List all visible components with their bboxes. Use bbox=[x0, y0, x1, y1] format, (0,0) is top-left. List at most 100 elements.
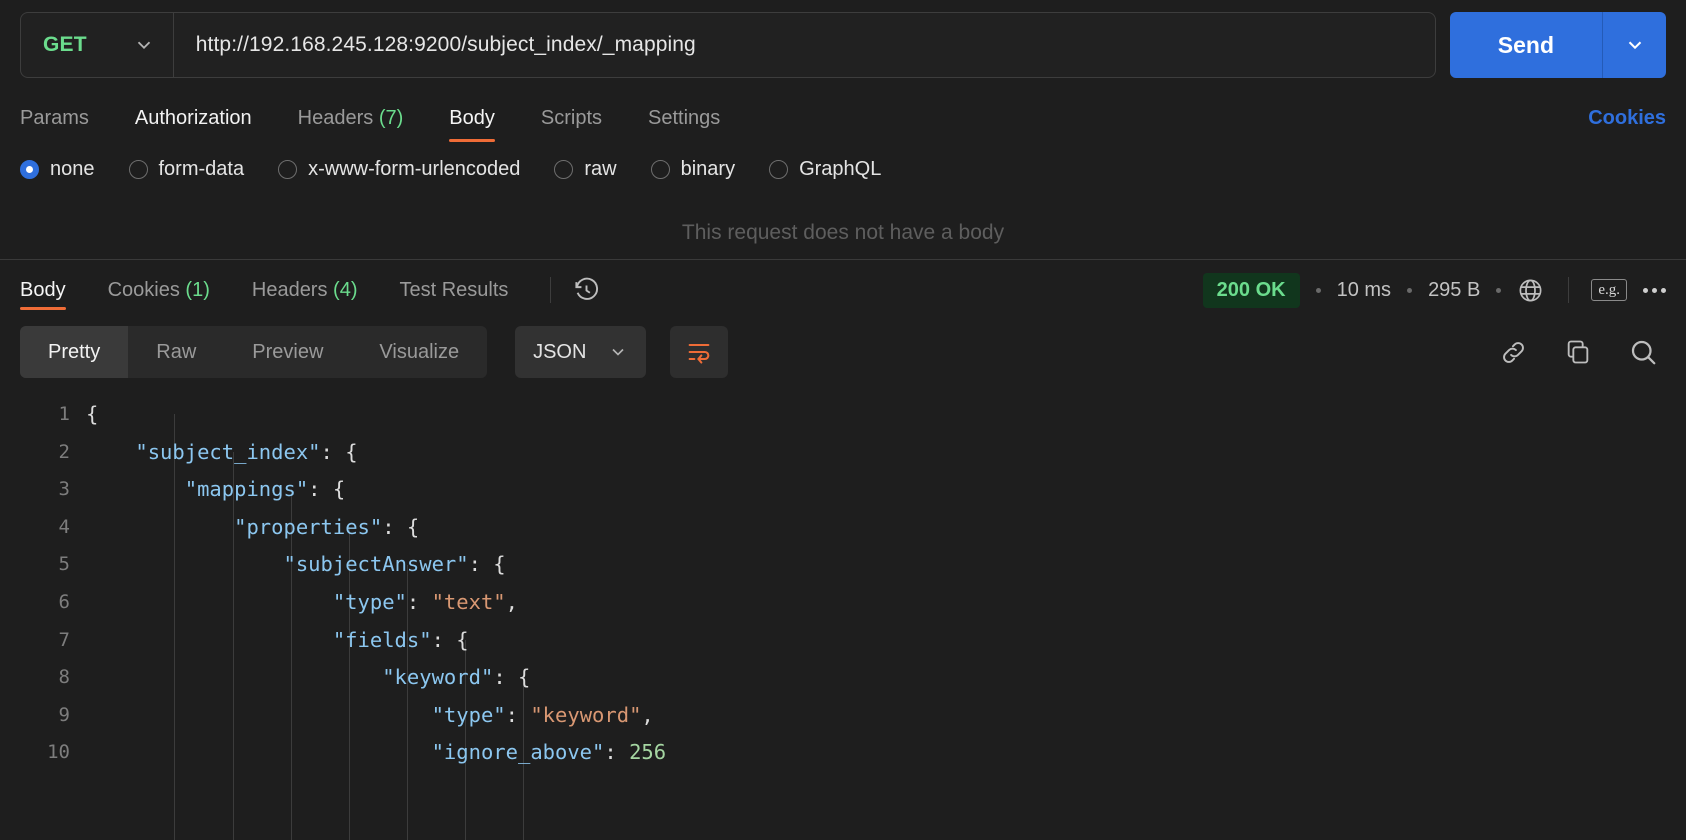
response-size: 295 B bbox=[1428, 278, 1481, 301]
radio-icon-form-data[interactable] bbox=[128, 160, 148, 179]
url-bar: GET http://192.168.245.128:9200/subject_… bbox=[0, 0, 1686, 88]
body-type-raw-label: raw bbox=[584, 158, 617, 180]
response-tab-body-label: Body bbox=[20, 278, 66, 301]
empty-body-message: This request does not have a body bbox=[681, 221, 1005, 244]
code-line-text: "subject_index": { bbox=[86, 434, 358, 472]
code-token: : { bbox=[493, 665, 531, 690]
response-meta: 200 OK 10 ms 295 B e.g. bbox=[1202, 272, 1666, 308]
tab-params-label: Params bbox=[20, 107, 89, 129]
body-type-form-data[interactable]: form-data bbox=[128, 158, 245, 181]
line-number: 6 bbox=[58, 590, 70, 613]
response-tab-headers[interactable]: Headers (4) bbox=[252, 260, 358, 320]
send-button[interactable]: Send bbox=[1449, 12, 1602, 78]
code-token: "keyword" bbox=[382, 665, 494, 690]
body-type-urlencoded-label: x-www-form-urlencoded bbox=[308, 158, 521, 180]
code-token: : { bbox=[382, 514, 420, 539]
code-lines-container: 1{2 "subject_index": {3 "mappings": {4 "… bbox=[0, 396, 1686, 772]
code-line: 8 "keyword": { bbox=[0, 659, 1686, 697]
send-options-chevron-icon[interactable] bbox=[1602, 12, 1666, 78]
tab-body-label: Body bbox=[449, 107, 495, 129]
code-token: , bbox=[505, 589, 518, 614]
meta-separator-dot bbox=[1407, 287, 1413, 293]
code-token: "fields" bbox=[332, 627, 432, 652]
line-number: 3 bbox=[58, 478, 70, 501]
tab-headers[interactable]: Headers (7) bbox=[298, 107, 404, 142]
code-token: { bbox=[86, 402, 99, 426]
code-line: 6 "type": "text", bbox=[0, 584, 1686, 622]
code-line-text: { bbox=[86, 396, 98, 434]
tab-headers-count: (7) bbox=[378, 107, 404, 129]
code-line: 10 "ignore_above": 256 bbox=[0, 734, 1686, 772]
code-line: 1{ bbox=[0, 396, 1686, 434]
body-type-urlencoded[interactable]: x-www-form-urlencoded bbox=[278, 158, 520, 181]
line-number: 5 bbox=[58, 553, 70, 576]
response-tab-cookies[interactable]: Cookies (1) bbox=[108, 260, 210, 320]
copy-icon[interactable] bbox=[1564, 338, 1592, 366]
language-selector[interactable]: JSON bbox=[515, 326, 647, 378]
radio-icon-raw[interactable] bbox=[554, 160, 574, 179]
code-token: "subject_index" bbox=[135, 439, 321, 464]
request-tabs: Params Authorization Headers (7) Body Sc… bbox=[0, 88, 1686, 142]
view-mode-preview[interactable]: Preview bbox=[224, 326, 351, 378]
response-time: 10 ms bbox=[1336, 278, 1392, 301]
code-token: "text" bbox=[431, 589, 506, 614]
body-type-form-data-label: form-data bbox=[158, 158, 245, 180]
body-type-graphql[interactable]: GraphQL bbox=[769, 158, 881, 181]
code-token: "properties" bbox=[234, 514, 383, 539]
body-type-none[interactable]: none bbox=[20, 158, 95, 181]
code-token: : { bbox=[320, 439, 358, 464]
line-number: 1 bbox=[58, 403, 70, 425]
chevron-down-icon bbox=[608, 342, 628, 362]
code-line: 4 "properties": { bbox=[0, 509, 1686, 547]
code-line: 9 "type": "keyword", bbox=[0, 697, 1686, 735]
tab-scripts[interactable]: Scripts bbox=[541, 107, 602, 142]
chevron-down-icon bbox=[133, 34, 155, 56]
text-wrap-toggle[interactable] bbox=[670, 326, 729, 378]
code-line-text: "type": "text", bbox=[86, 584, 518, 622]
response-tab-cookies-label: Cookies bbox=[107, 278, 180, 301]
language-label: JSON bbox=[533, 340, 587, 363]
link-icon[interactable] bbox=[1499, 338, 1528, 367]
response-tab-body[interactable]: Body bbox=[20, 260, 66, 320]
line-number: 8 bbox=[58, 666, 70, 689]
cookies-link[interactable]: Cookies bbox=[1588, 107, 1666, 142]
meta-separator-dot bbox=[1315, 287, 1321, 293]
view-mode-group: Pretty Raw Preview Visualize bbox=[20, 326, 488, 378]
response-body-code[interactable]: 1{2 "subject_index": {3 "mappings": {4 "… bbox=[0, 388, 1686, 840]
globe-icon[interactable] bbox=[1517, 277, 1544, 304]
radio-icon-none[interactable] bbox=[20, 160, 39, 179]
code-token: "keyword" bbox=[530, 702, 642, 727]
history-clock-icon[interactable] bbox=[573, 277, 600, 304]
radio-icon-binary[interactable] bbox=[650, 160, 670, 179]
view-mode-visualize[interactable]: Visualize bbox=[351, 326, 487, 378]
code-token: : { bbox=[431, 627, 469, 652]
tab-authorization[interactable]: Authorization bbox=[135, 107, 252, 142]
view-mode-pretty[interactable]: Pretty bbox=[20, 326, 129, 378]
url-input[interactable]: http://192.168.245.128:9200/subject_inde… bbox=[174, 33, 1435, 57]
radio-icon-urlencoded[interactable] bbox=[278, 160, 298, 179]
url-input-group[interactable]: GET http://192.168.245.128:9200/subject_… bbox=[20, 12, 1436, 78]
body-type-radio-group: none form-data x-www-form-urlencoded raw… bbox=[0, 142, 1686, 181]
tab-settings[interactable]: Settings bbox=[648, 107, 720, 142]
code-line-text: "type": "keyword", bbox=[86, 697, 654, 735]
example-badge[interactable]: e.g. bbox=[1591, 278, 1627, 302]
response-action-icons bbox=[1499, 337, 1666, 367]
search-icon[interactable] bbox=[1628, 337, 1658, 367]
tab-params[interactable]: Params bbox=[20, 107, 89, 142]
view-mode-raw[interactable]: Raw bbox=[128, 326, 224, 378]
method-label: GET bbox=[43, 33, 87, 56]
radio-icon-graphql[interactable] bbox=[769, 160, 789, 179]
code-token: : bbox=[505, 702, 531, 727]
body-type-binary[interactable]: binary bbox=[650, 158, 735, 181]
response-tab-test-results[interactable]: Test Results bbox=[400, 260, 509, 320]
send-group: Send bbox=[1449, 12, 1666, 78]
meta-separator-dot bbox=[1496, 287, 1502, 293]
more-horizontal-icon[interactable] bbox=[1643, 287, 1666, 293]
body-type-raw[interactable]: raw bbox=[554, 158, 617, 181]
method-selector[interactable]: GET bbox=[21, 13, 174, 77]
tab-body[interactable]: Body bbox=[449, 107, 495, 142]
toolbar-separator bbox=[550, 277, 552, 303]
code-token: "mappings" bbox=[184, 477, 309, 502]
code-line: 3 "mappings": { bbox=[0, 471, 1686, 509]
code-token: "type" bbox=[332, 589, 407, 614]
